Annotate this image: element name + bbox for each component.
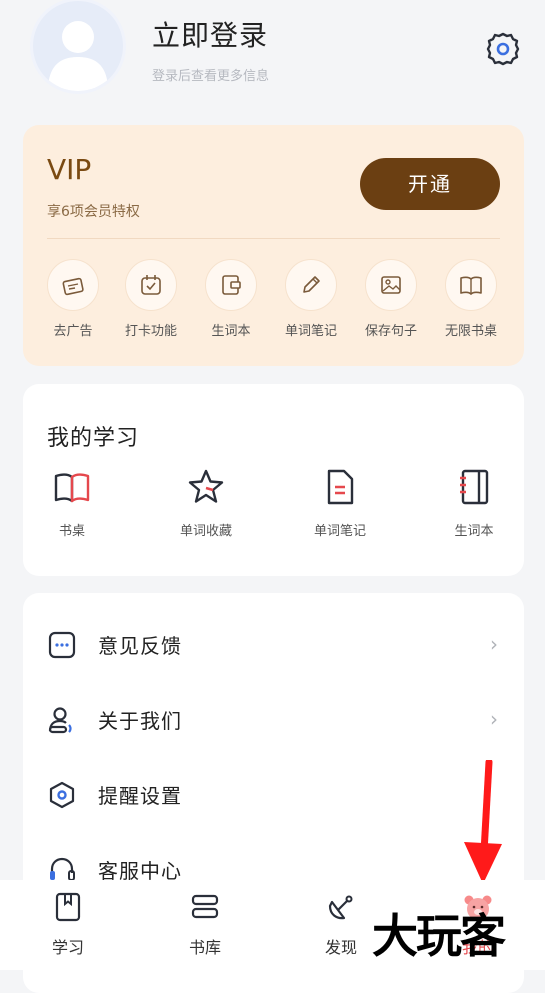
perk-label: 打卡功能 bbox=[124, 324, 177, 339]
vip-subtitle: 享6项会员特权 bbox=[47, 204, 140, 220]
notebook-icon bbox=[460, 469, 489, 505]
satellite-icon bbox=[328, 895, 353, 920]
nav-tab-study[interactable]: 学习 bbox=[18, 892, 118, 958]
user-avatar-icon bbox=[48, 21, 108, 91]
perk-label: 生词本 bbox=[211, 324, 251, 339]
perk-label: 去广告 bbox=[53, 324, 93, 339]
menu-label: 意见反馈 bbox=[98, 634, 182, 658]
divider bbox=[47, 238, 500, 239]
image-icon bbox=[381, 276, 401, 294]
study-item-notes[interactable]: 单词笔记 bbox=[285, 468, 395, 539]
open-book-icon bbox=[54, 473, 90, 503]
star-icon bbox=[188, 469, 224, 503]
perk-remove-ads[interactable]: 去广告 bbox=[33, 259, 113, 339]
perk-word-notes[interactable]: 单词笔记 bbox=[271, 259, 351, 339]
study-item-label: 书桌 bbox=[58, 524, 85, 539]
calendar-check-icon bbox=[141, 275, 161, 295]
study-item-label: 生词本 bbox=[454, 524, 494, 539]
study-item-favorites[interactable]: 单词收藏 bbox=[151, 468, 261, 539]
menu-label: 提醒设置 bbox=[98, 784, 182, 808]
login-subtitle: 登录后查看更多信息 bbox=[152, 69, 270, 84]
my-study-card: 我的学习 书桌 单词收藏 单词笔记 生词本 bbox=[23, 384, 524, 576]
perk-unlimited-desk[interactable]: 无限书桌 bbox=[431, 259, 511, 339]
perk-label: 保存句子 bbox=[364, 324, 417, 339]
chat-dots-icon bbox=[48, 631, 76, 659]
settings-button[interactable] bbox=[484, 30, 522, 68]
nav-tab-library[interactable]: 书库 bbox=[155, 892, 255, 958]
note-icon bbox=[327, 469, 354, 505]
perk-checkin[interactable]: 打卡功能 bbox=[111, 259, 191, 339]
section-title: 我的学习 bbox=[47, 426, 140, 451]
pencil-icon bbox=[303, 276, 320, 293]
study-item-desk[interactable]: 书桌 bbox=[17, 468, 127, 539]
user-icon bbox=[48, 707, 72, 734]
login-title[interactable]: 立即登录 bbox=[152, 14, 268, 54]
vip-title: VIP bbox=[47, 153, 92, 186]
wallet-book-icon bbox=[222, 275, 241, 295]
gear-icon bbox=[486, 32, 520, 66]
ad-remove-icon bbox=[62, 277, 84, 296]
menu-item-feedback[interactable]: 意见反馈 › bbox=[23, 607, 524, 682]
study-item-label: 单词笔记 bbox=[313, 524, 366, 539]
study-item-label: 单词收藏 bbox=[179, 524, 232, 539]
perk-save-sentence[interactable]: 保存句子 bbox=[351, 259, 431, 339]
bookmark-icon bbox=[55, 892, 81, 922]
nav-label: 书库 bbox=[188, 938, 221, 957]
chevron-right-icon: › bbox=[490, 707, 498, 731]
perk-vocab-book[interactable]: 生词本 bbox=[191, 259, 271, 339]
perk-label: 无限书桌 bbox=[444, 324, 497, 339]
menu-item-about[interactable]: 关于我们 › bbox=[23, 682, 524, 757]
chevron-right-icon: › bbox=[490, 632, 498, 656]
menu-item-reminder[interactable]: 提醒设置 bbox=[23, 757, 524, 832]
nav-label: 学习 bbox=[51, 938, 84, 957]
hexagon-icon bbox=[49, 781, 75, 809]
watermark-logo: 大玩客 bbox=[372, 909, 506, 963]
open-book-icon bbox=[460, 276, 482, 295]
stack-icon bbox=[191, 894, 219, 919]
annotation-arrow-icon bbox=[464, 760, 502, 884]
perk-label: 单词笔记 bbox=[284, 324, 337, 339]
avatar[interactable] bbox=[30, 0, 126, 94]
vip-open-button[interactable]: 开通 bbox=[360, 158, 500, 210]
study-item-vocab[interactable]: 生词本 bbox=[419, 468, 529, 539]
menu-label: 关于我们 bbox=[98, 709, 182, 733]
vip-card: VIP 享6项会员特权 开通 去广告 打卡功能 生词本 单词笔记 保存句子 无限… bbox=[23, 125, 524, 366]
